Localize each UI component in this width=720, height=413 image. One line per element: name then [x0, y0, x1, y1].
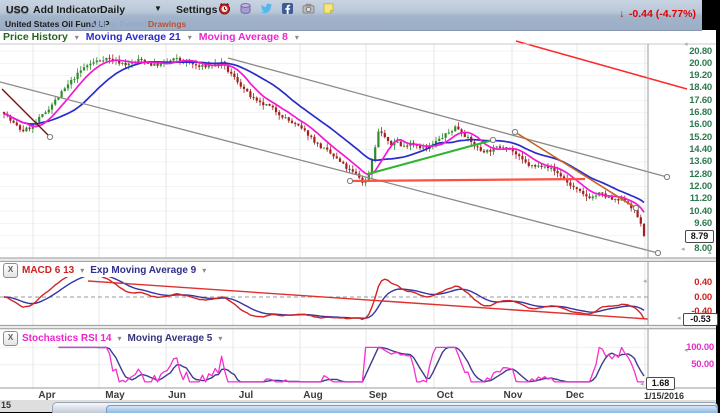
price-axis-label: 13.60: [648, 156, 712, 167]
database-icon[interactable]: [239, 2, 252, 15]
price-axis-label: 11.20: [648, 193, 712, 204]
price-axis-label: 12.00: [648, 181, 712, 192]
price-axis-label: 12.80: [648, 169, 712, 180]
toolbar: USO Add Indicator Daily ▼ Settings ↓ -0.…: [0, 0, 702, 31]
macd-axis-label: -0.40: [648, 306, 712, 317]
ma21-dropdown[interactable]: Moving Average 21: [86, 31, 181, 43]
stoch-axis-label: 50.00: [650, 359, 714, 370]
chevron-down-icon[interactable]: ▾: [75, 33, 79, 42]
sticky-note-icon[interactable]: [322, 2, 335, 15]
price-axis-label: 9.60: [648, 218, 712, 229]
ma8-dropdown[interactable]: Moving Average 8: [199, 31, 288, 43]
add-indicator-button[interactable]: Add Indicator: [33, 4, 101, 16]
macd-panel-header: MACD 6 13 ▾ Exp Moving Average 9 ▾: [22, 265, 206, 276]
macd-axis-label: 0.40: [648, 277, 712, 288]
facebook-icon[interactable]: [281, 2, 294, 15]
macd-axis-label: 0.00: [648, 292, 712, 303]
chevron-down-icon[interactable]: ▾: [202, 266, 206, 275]
axis-scroll-arrow-icon[interactable]: ◂: [640, 381, 644, 388]
stoch-panel-header: Stochastics RSI 14 ▾ Moving Average 5 ▾: [22, 333, 222, 344]
period-dropdown-caret[interactable]: ▼: [154, 4, 162, 13]
period-dropdown[interactable]: Daily: [100, 4, 125, 16]
chevron-down-icon[interactable]: ▾: [218, 334, 222, 343]
price-change: ↓ -0.44 (-4.77%): [619, 4, 696, 22]
stoch-axis-label: 100.00: [650, 342, 714, 353]
alarm-clock-icon[interactable]: [218, 2, 231, 15]
chevron-down-icon[interactable]: ▾: [188, 33, 192, 42]
symbol-label: USO: [6, 4, 29, 16]
price-panel-legend: Price History ▾ Moving Average 21 ▾ Movi…: [3, 31, 299, 43]
price-axis-label: 14.40: [648, 144, 712, 155]
chart-canvas[interactable]: [0, 0, 716, 412]
price-axis-label: 10.40: [648, 206, 712, 217]
drawings-link[interactable]: Drawings: [148, 19, 186, 29]
price-axis-label: 8.00: [648, 243, 712, 254]
stoch-value-badge: 1.68: [646, 377, 675, 390]
stoch-close-button[interactable]: X: [3, 331, 18, 346]
last-price-badge: 8.79: [685, 230, 714, 243]
price-axis-label: 16.80: [648, 107, 712, 118]
chevron-down-icon[interactable]: ▾: [80, 266, 84, 275]
chevron-down-icon[interactable]: ▾: [117, 334, 121, 343]
macd-close-button[interactable]: X: [3, 263, 18, 278]
stoch-ma-dropdown[interactable]: Moving Average 5: [128, 333, 213, 344]
add-to-portfolio-link[interactable]: Add to Portfolio: [90, 19, 154, 29]
down-arrow-icon: ↓: [619, 8, 624, 20]
price-axis-label: 19.20: [648, 70, 712, 81]
price-history-dropdown[interactable]: Price History: [3, 31, 68, 43]
chevron-down-icon[interactable]: ▾: [295, 33, 299, 42]
macd-ema-dropdown[interactable]: Exp Moving Average 9: [90, 265, 196, 276]
price-axis-label: 20.00: [648, 58, 712, 69]
price-axis-label: 17.60: [648, 95, 712, 106]
price-axis-label: 20.80: [648, 46, 712, 57]
window-right-border: [716, 0, 720, 412]
change-value: -0.44 (-4.77%): [629, 8, 696, 20]
year-label-front: 15: [1, 400, 11, 410]
price-axis-label: 16.00: [648, 119, 712, 130]
axis-scroll-arrow-icon[interactable]: ◂: [643, 278, 647, 285]
twitter-icon[interactable]: [260, 2, 273, 15]
price-axis-label: 18.40: [648, 82, 712, 93]
stoch-rsi-dropdown[interactable]: Stochastics RSI 14: [22, 333, 111, 344]
camera-icon[interactable]: [302, 2, 315, 15]
price-axis-label: 15.20: [648, 132, 712, 143]
macd-dropdown[interactable]: MACD 6 13: [22, 265, 74, 276]
settings-button[interactable]: Settings: [176, 4, 217, 16]
